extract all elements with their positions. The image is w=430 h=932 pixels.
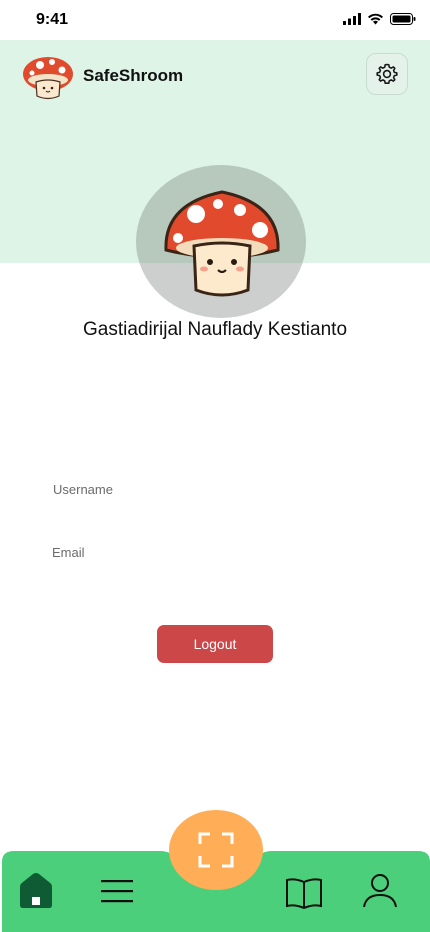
logout-button[interactable]: Logout <box>157 625 273 663</box>
mushroom-avatar <box>164 190 280 297</box>
settings-button[interactable] <box>366 53 408 95</box>
nav-menu-button[interactable] <box>98 874 136 908</box>
email-label: Email <box>52 545 85 560</box>
home-icon <box>20 873 52 908</box>
status-bar: 9:41 <box>0 0 430 40</box>
app-name: SafeShroom <box>83 66 184 85</box>
scan-button[interactable] <box>169 810 263 890</box>
battery-icon <box>390 13 416 25</box>
username-label: Username <box>53 482 113 497</box>
mushroom-icon <box>23 57 73 100</box>
wifi-icon <box>368 13 383 25</box>
status-icons <box>343 13 416 25</box>
profile-icon <box>363 874 397 908</box>
scan-icon <box>198 832 234 868</box>
nav-home-button[interactable] <box>17 870 55 910</box>
gear-icon <box>376 63 398 84</box>
book-icon <box>286 878 322 910</box>
nav-profile-button[interactable] <box>361 872 399 910</box>
signal-icon <box>343 13 361 25</box>
menu-icon <box>101 880 133 903</box>
nav-book-button[interactable] <box>284 874 324 912</box>
profile-name: Gastiadirijal Nauflady Kestianto <box>82 319 348 340</box>
status-time: 9:41 <box>36 11 69 28</box>
